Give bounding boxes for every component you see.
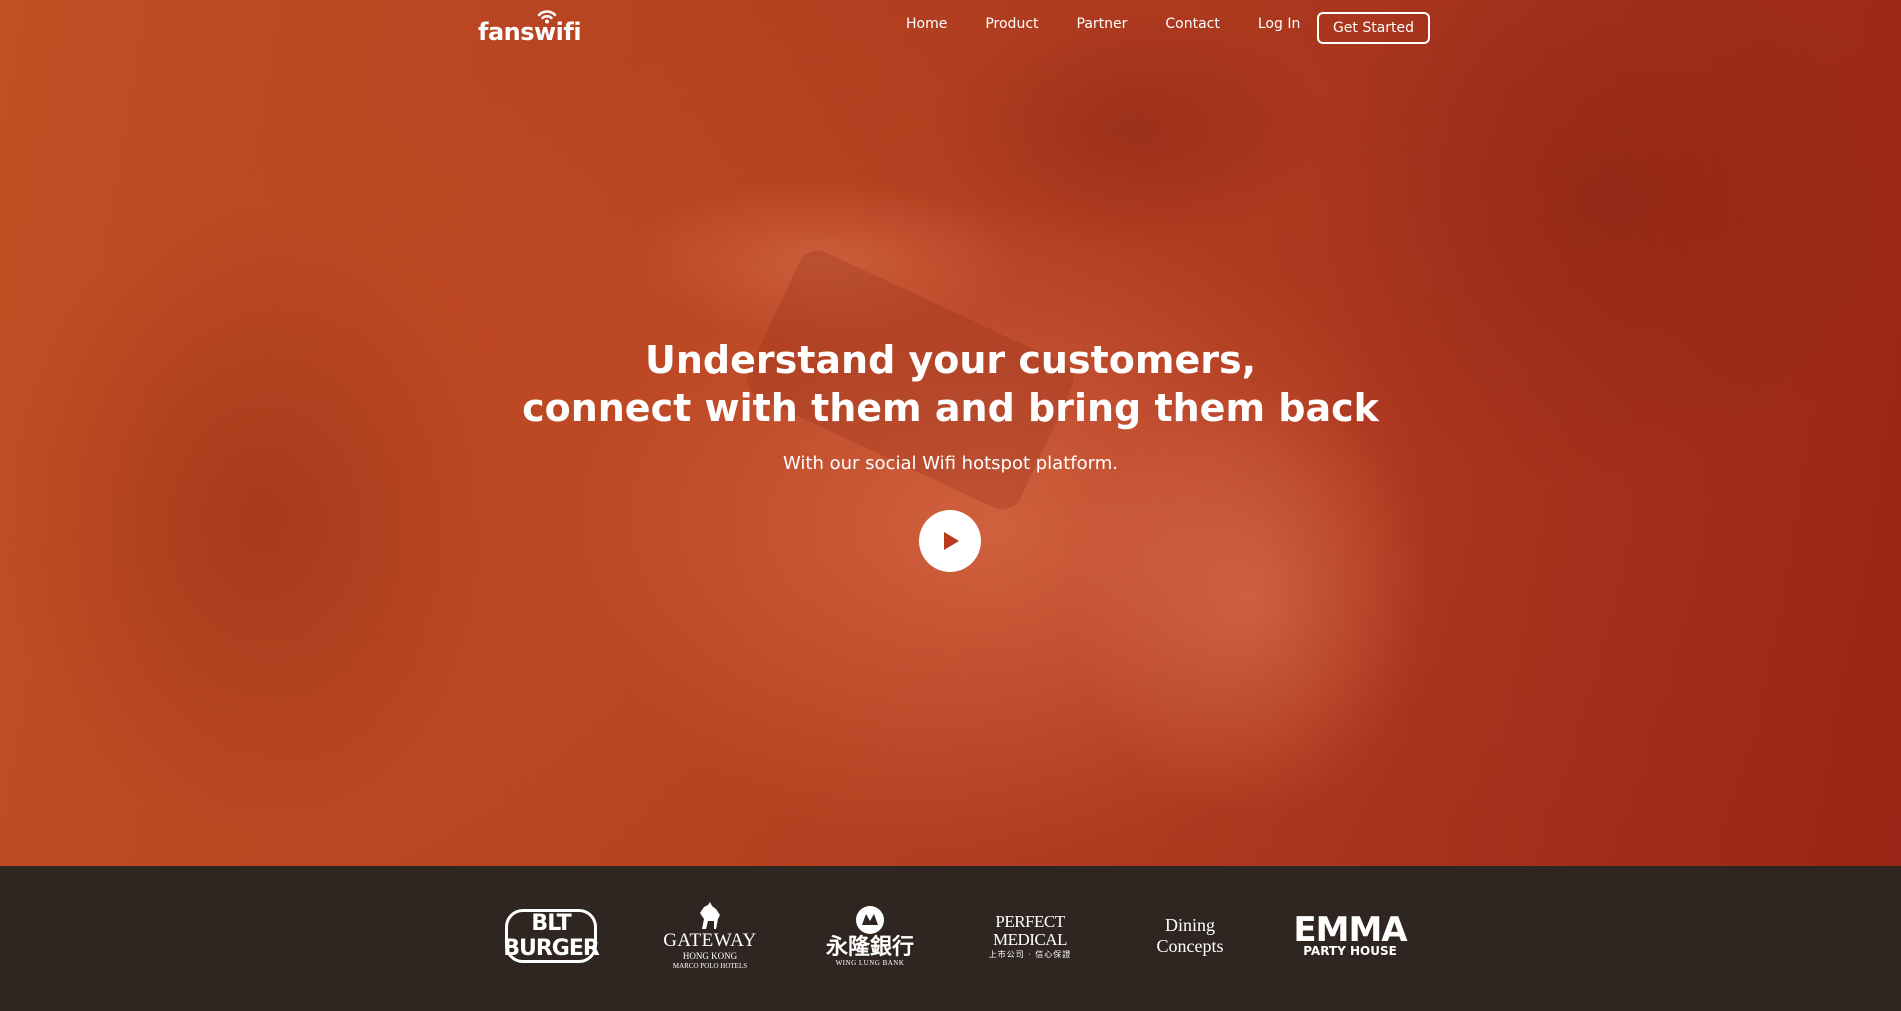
emma-party-house-logo: EMMA PARTY HOUSE bbox=[1293, 896, 1407, 976]
nav-login-link[interactable]: Log In bbox=[1258, 16, 1300, 32]
partner-logos-strip: BLT BURGER GATEWAY HONG KONG MARCO POLO … bbox=[0, 866, 1901, 1011]
hero-headline: Understand your customers, connect with … bbox=[0, 336, 1901, 432]
wing-lung-chinese-name: 永隆銀行 bbox=[825, 934, 914, 960]
nav-product-link[interactable]: Product bbox=[985, 16, 1038, 32]
hero-tint-overlay bbox=[0, 0, 1901, 866]
wing-lung-emblem-icon bbox=[856, 906, 884, 934]
perfect-medical-logo: PERFECT MEDICAL 上市公司 · 信心保證 bbox=[975, 896, 1085, 976]
perfect-medical-name: PERFECT MEDICAL bbox=[993, 911, 1067, 949]
play-video-button[interactable] bbox=[919, 510, 981, 572]
gateway-name: GATEWAY bbox=[663, 930, 757, 951]
wifi-icon bbox=[537, 10, 557, 24]
emma-name: EMMA bbox=[1293, 910, 1407, 950]
nav-links: Home Product Partner Contact Log In bbox=[906, 16, 1338, 32]
play-icon bbox=[944, 532, 959, 550]
nav-home-link[interactable]: Home bbox=[906, 16, 947, 32]
blt-burger-logo: BLT BURGER bbox=[502, 896, 600, 976]
hero-headline-line1: Understand your customers, bbox=[644, 338, 1257, 382]
gateway-sub: HONG KONG bbox=[682, 951, 738, 961]
gateway-hotel-logo: GATEWAY HONG KONG MARCO POLO HOTELS bbox=[660, 896, 760, 976]
gateway-sub2: MARCO POLO HOTELS bbox=[672, 962, 748, 970]
fanswifi-logo[interactable]: fanswifi bbox=[478, 10, 582, 46]
wing-lung-bank-logo: 永隆銀行 WING LUNG BANK bbox=[820, 896, 920, 976]
logo-text: fanswifi bbox=[478, 18, 582, 46]
wing-lung-english-name: WING LUNG BANK bbox=[835, 959, 905, 967]
dining-concepts-name: Dining Concepts bbox=[1156, 915, 1224, 956]
dining-concepts-logo: Dining Concepts bbox=[1130, 896, 1250, 976]
nav-partner-link[interactable]: Partner bbox=[1077, 16, 1128, 32]
get-started-button[interactable]: Get Started bbox=[1317, 12, 1430, 44]
hero-section: fanswifi Home Product Partner Contact Lo… bbox=[0, 0, 1901, 866]
hero-subheadline: With our social Wifi hotspot platform. bbox=[783, 453, 1118, 474]
horse-icon bbox=[700, 902, 720, 929]
top-nav: fanswifi Home Product Partner Contact Lo… bbox=[0, 0, 1901, 56]
perfect-medical-sub: 上市公司 · 信心保證 bbox=[988, 949, 1072, 959]
emma-sub: PARTY HOUSE bbox=[1303, 944, 1397, 958]
nav-contact-link[interactable]: Contact bbox=[1165, 16, 1219, 32]
hero-headline-line2: connect with them and bring them back bbox=[522, 386, 1379, 430]
blt-burger-logo-text: BLT BURGER bbox=[503, 909, 600, 963]
